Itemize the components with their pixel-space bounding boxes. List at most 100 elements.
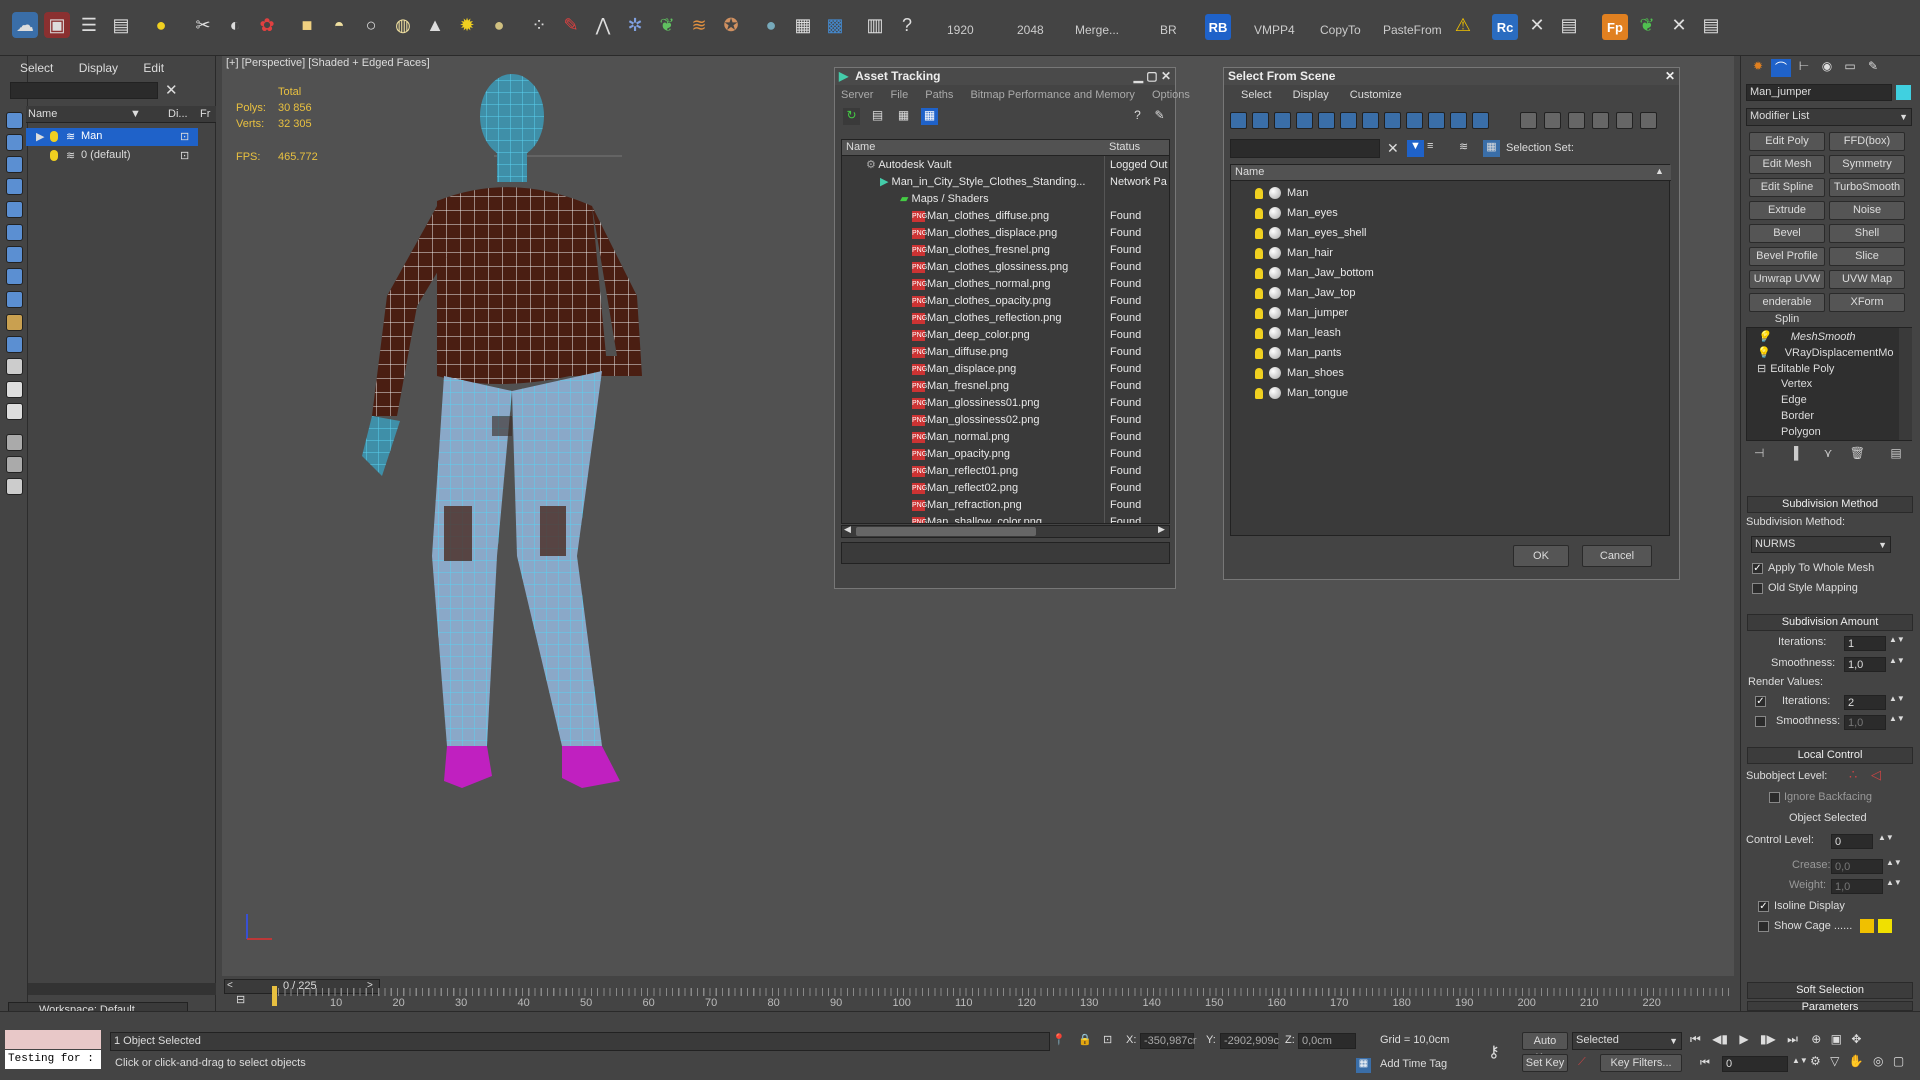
sort-icon[interactable]: ≡ (1427, 140, 1433, 152)
display-lights-icon[interactable] (1274, 112, 1291, 129)
key-mode-toggle-icon[interactable]: ⏮ (1700, 1057, 1710, 1070)
asset-file-row[interactable]: PNGMan_diffuse.png Found (842, 344, 1169, 361)
z-coord-field[interactable]: 0,0cm (1298, 1033, 1356, 1049)
vertex-mode-icon[interactable]: ∴ (1849, 767, 1857, 783)
display-shapes-icon[interactable] (6, 156, 23, 173)
orbit-icon[interactable]: ◎ (1873, 1054, 1883, 1068)
explorer-search-input[interactable] (10, 82, 158, 99)
asset-menu-paths[interactable]: Paths (925, 89, 953, 101)
scene-states-icon[interactable]: ▥ (862, 12, 888, 38)
hair-icon[interactable]: ≋ (686, 12, 712, 38)
rollout-local-control[interactable]: Local Control (1747, 747, 1913, 764)
modify-tab-icon[interactable]: ⌒ (1771, 59, 1791, 77)
teapot-icon[interactable]: ◍ (390, 12, 416, 38)
bulb-icon[interactable] (50, 131, 58, 142)
rb-button[interactable]: RB (1205, 14, 1231, 40)
asset-col-name[interactable]: Name (846, 141, 875, 153)
render-smoothness-checkbox[interactable] (1755, 716, 1766, 727)
tripod-icon[interactable]: ⋀ (590, 12, 616, 38)
modifier-button[interactable]: Bevel (1749, 224, 1825, 243)
lightbulb-icon[interactable] (1255, 347, 1263, 359)
scene-search-input[interactable] (1230, 139, 1380, 158)
old-style-mapping-checkbox[interactable] (1752, 583, 1763, 594)
warning-icon[interactable]: ⚠ (1450, 12, 1476, 38)
modifier-button[interactable]: Edit Spline (1749, 178, 1825, 197)
object-name-field[interactable]: Man_jumper (1746, 84, 1892, 101)
asset-file-row[interactable]: PNGMan_clothes_fresnel.png Found (842, 242, 1169, 259)
mirror-icon[interactable]: ✂ (190, 12, 216, 38)
close-icon[interactable]: ✕ (165, 81, 178, 99)
add-time-tag[interactable]: Add Time Tag (1380, 1058, 1447, 1070)
grid-view-icon[interactable]: ▦ (921, 108, 938, 125)
display-containers-icon[interactable] (1428, 112, 1445, 129)
rollout-subdivision-amount[interactable]: Subdivision Amount (1747, 614, 1913, 631)
time-tag-icon[interactable]: ▦ (1356, 1058, 1371, 1073)
explorer-item-default[interactable]: ≋ 0 (default) (26, 147, 198, 165)
scene-object-row[interactable]: Man_leash (1231, 323, 1686, 343)
list-view-icon[interactable]: ▤ (869, 108, 886, 125)
select-none-icon[interactable] (1544, 112, 1561, 129)
stack-item-polygon[interactable]: Polygon (1781, 426, 1821, 438)
zoom-extents-icon[interactable]: ▣ (1831, 1032, 1842, 1046)
lightbulb-icon[interactable]: 💡 (1757, 347, 1771, 359)
plant-icon[interactable]: ❦ (654, 12, 680, 38)
display-geometry-icon[interactable] (6, 134, 23, 151)
close-icon[interactable]: ✕ (1665, 68, 1675, 85)
scroll-thumb[interactable] (856, 527, 1036, 536)
scene-object-row[interactable]: Man_pants (1231, 343, 1686, 363)
asset-hscroll[interactable]: ◀ ▶ (841, 524, 1170, 538)
explorer-menu-edit[interactable]: Edit (143, 61, 164, 75)
rc-button[interactable]: Rc (1492, 14, 1518, 40)
y-coord-field[interactable]: -2902,909c (1220, 1033, 1279, 1049)
asset-file-row[interactable]: PNGMan_clothes_diffuse.png Found (842, 208, 1169, 225)
script-2048[interactable]: 2048 (1017, 23, 1044, 37)
key-icon[interactable]: ⚷ (1488, 1042, 1500, 1062)
display-helpers-icon[interactable] (1318, 112, 1335, 129)
next-frame-icon[interactable]: ▮▶ (1760, 1032, 1776, 1046)
explorer-menu-display[interactable]: Display (79, 61, 118, 75)
sort-ascending-icon[interactable]: ▲ (1655, 166, 1664, 176)
configure-sets-icon[interactable]: ▤ (1890, 446, 1901, 460)
modifier-stack[interactable]: 💡 MeshSmooth 💡 VRayDisplacementMo ⊟ Editabl… (1746, 327, 1912, 441)
display-hidden-icon[interactable] (1472, 112, 1489, 129)
crease-field[interactable]: 0,0 (1831, 859, 1883, 874)
asset-file-row[interactable]: PNGMan_deep_color.png Found (842, 327, 1169, 344)
cage-color-swatch[interactable] (1860, 919, 1874, 933)
cancel-button[interactable]: Cancel (1582, 545, 1652, 567)
spinner-icon[interactable]: ▲▼ (1792, 1056, 1808, 1065)
scene-object-row[interactable]: Man_Jaw_top (1231, 283, 1686, 303)
current-frame-field[interactable]: 0 (1722, 1056, 1788, 1072)
rollout-parameters[interactable]: Parameters (1747, 1001, 1913, 1013)
auto-key-button[interactable]: Auto Key (1522, 1032, 1568, 1064)
find-icon[interactable] (6, 456, 23, 473)
display-bones-icon[interactable] (1406, 112, 1423, 129)
hierarchy-tab-icon[interactable]: ⊢ (1794, 59, 1814, 77)
x-coord-field[interactable]: -350,987cr (1140, 1033, 1197, 1049)
scene-object-row[interactable]: Man_eyes (1231, 203, 1686, 223)
render-iterations-checkbox[interactable]: ✓ (1755, 696, 1766, 707)
scene-object-row[interactable]: Man_jumper (1231, 303, 1686, 323)
walk-icon[interactable]: ✋ (1849, 1054, 1864, 1068)
maxscript-listener-input[interactable]: Testing for : (5, 1050, 101, 1069)
select-scene-menu-display[interactable]: Display (1293, 89, 1329, 101)
display-lights-icon[interactable] (6, 178, 23, 195)
control-level-field[interactable]: 0 (1831, 834, 1873, 849)
asset-file-row[interactable]: PNGMan_reflect01.png Found (842, 463, 1169, 480)
asset-row-scene-file[interactable]: ▶ Man_in_City_Style_Clothes_Standing... … (842, 174, 1169, 191)
select-all-icon[interactable] (6, 112, 23, 129)
display-groups-icon[interactable] (6, 268, 23, 285)
explorer-hscroll[interactable] (28, 983, 216, 995)
display-spacewarps-icon[interactable] (6, 246, 23, 263)
modifier-list-dropdown[interactable]: Modifier List ▼ (1746, 108, 1912, 126)
lightbulb-icon[interactable] (1255, 327, 1263, 339)
display-cameras-icon[interactable] (1296, 112, 1313, 129)
display-geometry-icon[interactable] (1230, 112, 1247, 129)
display-spacewarps-icon[interactable] (1340, 112, 1357, 129)
modifier-button[interactable]: Noise (1829, 201, 1905, 220)
asset-file-row[interactable]: PNGMan_refraction.png Found (842, 497, 1169, 514)
lightbulb-icon[interactable] (1255, 187, 1263, 199)
display-frozen-icon[interactable] (6, 358, 23, 375)
script-copyto[interactable]: CopyTo (1320, 23, 1361, 37)
window-controls-icon[interactable]: ▁ ▢ ✕ (1134, 68, 1171, 85)
make-unique-icon[interactable]: ⋎ (1824, 446, 1833, 460)
